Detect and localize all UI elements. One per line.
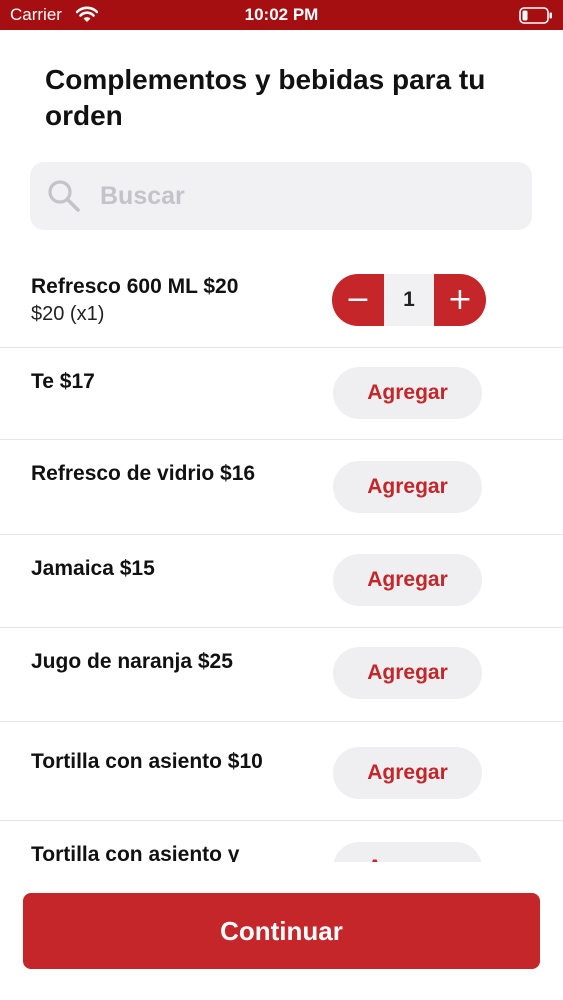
items-list: Refresco 600 ML $20 $20 (x1) − 1 + Te $1… [0,252,563,862]
page-title: Complementos y bebidas para tu orden [45,64,486,131]
item-name: Tortilla con asiento y [31,843,240,862]
item-name: Te $17 [31,370,95,393]
list-item: Jugo de naranja $25 Agregar [0,628,563,722]
add-button[interactable]: Agregar [333,554,482,606]
add-button[interactable]: Agregar [333,461,482,513]
item-name: Tortilla con asiento $10 [31,750,263,773]
add-button[interactable]: Agregar [333,842,482,862]
battery-icon [519,7,552,24]
add-button[interactable]: Agregar [333,747,482,799]
list-item: Te $17 Agregar [0,348,563,440]
item-subtotal: $20 (x1) [31,303,105,325]
search-icon [48,180,80,212]
add-button[interactable]: Agregar [333,367,482,419]
item-name: Refresco de vidrio $16 [31,462,256,485]
list-item: Tortilla con asiento y Agregar [0,821,563,862]
continue-button[interactable]: Continuar [23,893,540,969]
item-name: Jugo de naranja $25 [31,650,233,673]
increase-quantity-button[interactable]: + [434,274,486,326]
quantity-value: 1 [384,274,434,326]
status-bar: Carrier 10:02 PM [0,0,563,30]
list-item: Refresco 600 ML $20 $20 (x1) − 1 + [0,252,563,348]
item-name: Jamaica $15 [31,557,155,580]
clock: 10:02 PM [244,5,319,24]
search-input[interactable] [100,176,500,216]
search-bar[interactable] [30,162,532,230]
decrease-quantity-button[interactable]: − [332,274,384,326]
add-button[interactable]: Agregar [333,647,482,699]
quantity-stepper[interactable]: − 1 + [332,274,486,326]
list-item: Tortilla con asiento $10 Agregar [0,722,563,821]
item-name: Refresco 600 ML $20 [31,275,239,298]
list-item: Jamaica $15 Agregar [0,535,563,628]
list-item: Refresco de vidrio $16 Agregar [0,440,563,535]
